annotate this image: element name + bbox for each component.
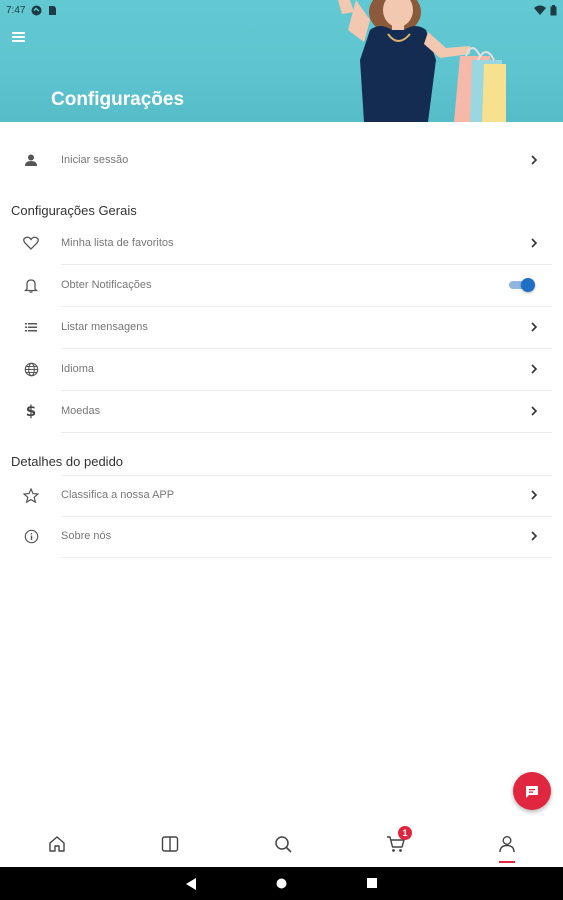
chat-button[interactable] <box>513 772 551 810</box>
chat-icon <box>526 785 538 798</box>
rate-app-label: Classifica a nossa APP <box>61 489 175 501</box>
notifications-toggle[interactable] <box>509 278 535 292</box>
currency-label: Moedas <box>61 405 101 417</box>
sim-card-icon <box>49 5 57 15</box>
status-time: 7:47 <box>6 4 26 16</box>
language-label: Idioma <box>61 363 95 375</box>
active-tab-indicator <box>499 861 515 863</box>
recents-icon[interactable] <box>367 878 377 888</box>
dollar-icon: $ <box>25 402 37 420</box>
app-notification-icon <box>31 5 42 15</box>
app-header: 7:47 Configurações <box>0 0 563 122</box>
currency-row[interactable]: $ Moedas <box>0 390 563 432</box>
about-label: Sobre nós <box>61 530 112 542</box>
order-details-title: Detalhes do pedido <box>11 454 124 469</box>
globe-icon <box>20 358 42 380</box>
back-icon[interactable] <box>186 878 197 890</box>
chevron-right-icon <box>531 155 538 165</box>
page-title: Configurações <box>51 89 185 110</box>
messages-label: Listar mensagens <box>61 321 148 333</box>
general-settings-title: Configurações Gerais <box>11 203 137 218</box>
header-illustration <box>338 0 506 122</box>
system-nav-bar <box>0 867 563 900</box>
login-label: Iniciar sessão <box>61 154 129 166</box>
chevron-right-icon <box>531 531 538 541</box>
star-icon <box>20 484 42 506</box>
login-row[interactable]: Iniciar sessão <box>0 139 563 181</box>
wifi-icon <box>534 5 546 15</box>
chevron-right-icon <box>531 364 538 374</box>
cart-icon[interactable]: 1 <box>384 826 412 856</box>
bell-icon <box>20 274 42 296</box>
user-icon <box>20 149 42 171</box>
bottom-nav: 1 <box>0 822 563 867</box>
info-icon <box>20 525 42 547</box>
heart-icon <box>20 232 42 254</box>
profile-icon[interactable] <box>495 832 519 856</box>
favorites-label: Minha lista de favoritos <box>61 237 174 249</box>
notifications-label: Obter Notificações <box>61 279 152 291</box>
chevron-right-icon <box>531 406 538 416</box>
favorites-row[interactable]: Minha lista de favoritos <box>0 222 563 264</box>
messages-row[interactable]: Listar mensagens <box>0 306 563 348</box>
chevron-right-icon <box>531 238 538 248</box>
notifications-row: Obter Notificações <box>0 264 563 306</box>
cart-badge: 1 <box>398 826 412 840</box>
menu-icon[interactable] <box>12 30 30 44</box>
chevron-right-icon <box>531 322 538 332</box>
divider <box>61 432 552 433</box>
battery-icon <box>550 4 557 15</box>
rate-app-row[interactable]: Classifica a nossa APP <box>0 474 563 516</box>
about-row[interactable]: Sobre nós <box>0 515 563 557</box>
book-icon[interactable] <box>158 832 182 856</box>
chevron-right-icon <box>531 490 538 500</box>
language-row[interactable]: Idioma <box>0 348 563 390</box>
divider <box>61 557 552 558</box>
search-icon[interactable] <box>271 832 295 856</box>
home-icon[interactable] <box>45 832 69 856</box>
list-icon <box>20 316 42 338</box>
home-circle-icon[interactable] <box>276 878 287 889</box>
